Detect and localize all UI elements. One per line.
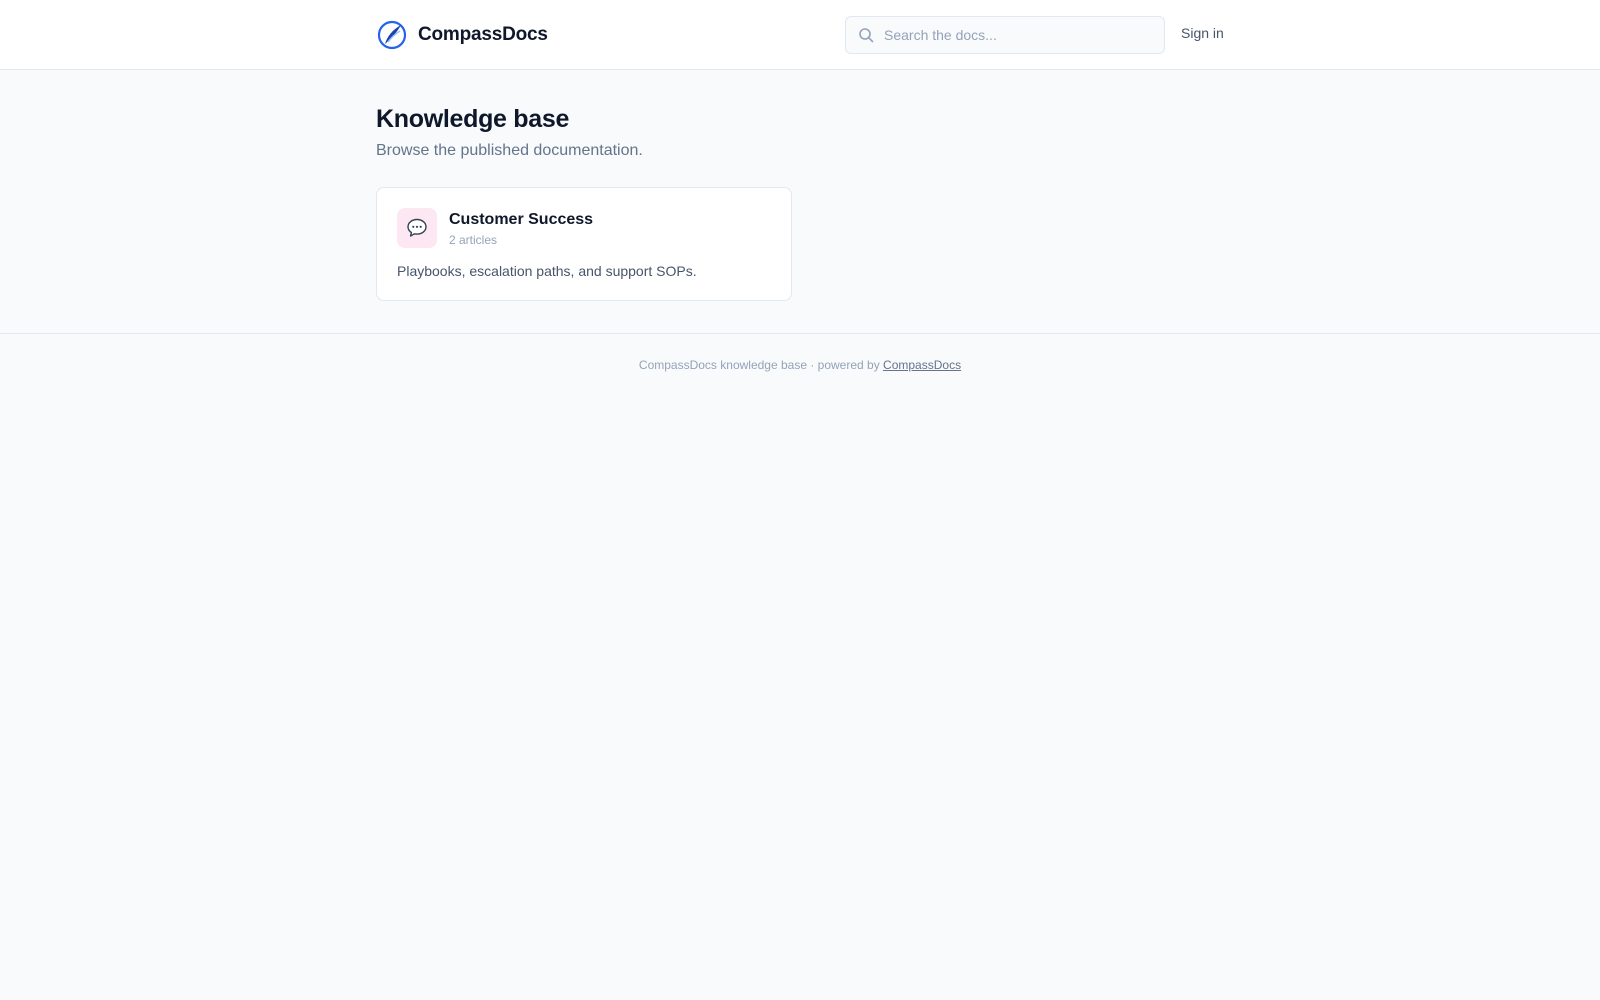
collection-card-customer-success[interactable]: Customer Success 2 articles Playbooks, e… bbox=[376, 187, 792, 301]
footer-text: CompassDocs knowledge base · powered by bbox=[638, 358, 880, 372]
page-title: Knowledge base bbox=[376, 105, 570, 133]
sign-in-link[interactable]: Sign in bbox=[1181, 25, 1224, 41]
collection-article-count: 2 articles bbox=[449, 233, 498, 247]
collection-meta: Customer Success 2 articles bbox=[449, 208, 593, 248]
collection-card-header: Customer Success 2 articles bbox=[397, 208, 771, 248]
collection-description: Playbooks, escalation paths, and support… bbox=[397, 263, 697, 279]
collection-title: Customer Success bbox=[449, 211, 594, 228]
page-subtitle: Browse the published documentation. bbox=[376, 142, 643, 159]
top-navigation-bar: CompassDocs Sign in bbox=[0, 0, 1600, 70]
search-box[interactable] bbox=[845, 16, 1165, 54]
collection-icon-tile bbox=[397, 208, 437, 248]
search-input[interactable] bbox=[884, 17, 1154, 53]
brand-name: CompassDocs bbox=[418, 24, 548, 45]
footer-powered-by-link[interactable]: CompassDocs bbox=[883, 358, 961, 372]
brand-home-link[interactable]: CompassDocs bbox=[376, 18, 548, 52]
main-content: Knowledge base Browse the published docu… bbox=[376, 70, 1226, 301]
speech-bubble-icon bbox=[407, 218, 427, 237]
search-icon bbox=[859, 28, 874, 43]
page-footer: CompassDocs knowledge base · powered by … bbox=[0, 333, 1600, 372]
compass-logo-icon bbox=[377, 20, 407, 50]
